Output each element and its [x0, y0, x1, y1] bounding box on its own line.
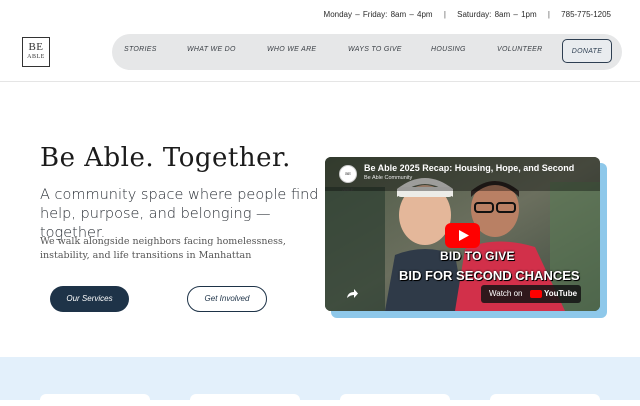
main-nav: STORIES WHAT WE DO WHO WE ARE WAYS TO GI…	[112, 34, 622, 70]
service-card[interactable]	[490, 394, 600, 406]
thumbnail-text-line-1: BID TO GIVE	[440, 249, 515, 263]
top-info-bar: Monday – Friday: 8am – 4pm | Saturday: 8…	[0, 0, 640, 30]
play-icon[interactable]	[445, 223, 480, 248]
video-title[interactable]: Be Able 2025 Recap: Housing, Hope, and S…	[364, 163, 574, 173]
phone-number[interactable]: 785-775-1205	[561, 10, 611, 19]
separator: |	[443, 10, 446, 19]
logo-line-2: ABLE	[27, 54, 45, 60]
nav-item-stories[interactable]: STORIES	[124, 46, 157, 53]
service-card[interactable]	[40, 394, 150, 406]
weekday-hours: Monday – Friday: 8am – 4pm	[323, 10, 433, 19]
watch-on-label: Watch on	[489, 289, 523, 298]
logo-line-1: BE	[28, 41, 44, 53]
watch-on-youtube-button[interactable]: Watch on YouTube	[481, 285, 581, 303]
video-channel-name[interactable]: Be Able Community	[364, 175, 412, 181]
share-icon[interactable]	[345, 287, 359, 301]
nav-item-ways-to-give[interactable]: WAYS TO GIVE	[348, 46, 402, 53]
thumbnail-text-line-2: BID FOR SECOND CHANCES	[399, 268, 580, 283]
hero-description: We walk alongside neighbors facing homel…	[40, 236, 286, 261]
service-card[interactable]	[340, 394, 450, 406]
nav-item-what-we-do[interactable]: WHAT WE DO	[187, 46, 236, 53]
hero-title: Be Able. Together.	[40, 143, 291, 173]
donate-button[interactable]: DONATE	[562, 39, 612, 63]
business-hours: Monday – Friday: 8am – 4pm | Saturday: 8…	[324, 10, 611, 19]
nav-item-housing[interactable]: HOUSING	[431, 46, 466, 53]
separator: |	[547, 10, 550, 19]
get-involved-button[interactable]: Get Involved	[187, 286, 267, 312]
nav-item-volunteer[interactable]: VOLUNTEER	[497, 46, 543, 53]
our-services-button[interactable]: Our Services	[50, 286, 129, 312]
youtube-video-embed[interactable]: BE ABLE Be Able 2025 Recap: Housing, Hop…	[325, 157, 600, 311]
service-card[interactable]	[190, 394, 300, 406]
saturday-hours: Saturday: 8am – 1pm	[457, 10, 537, 19]
channel-avatar[interactable]: BE ABLE	[339, 165, 357, 192]
nav-item-who-we-are[interactable]: WHO WE ARE	[267, 46, 316, 53]
youtube-logo-icon	[530, 290, 542, 298]
be-able-logo[interactable]: BE ABLE	[22, 37, 50, 67]
youtube-label: YouTube	[544, 289, 578, 298]
header-divider	[0, 81, 640, 82]
